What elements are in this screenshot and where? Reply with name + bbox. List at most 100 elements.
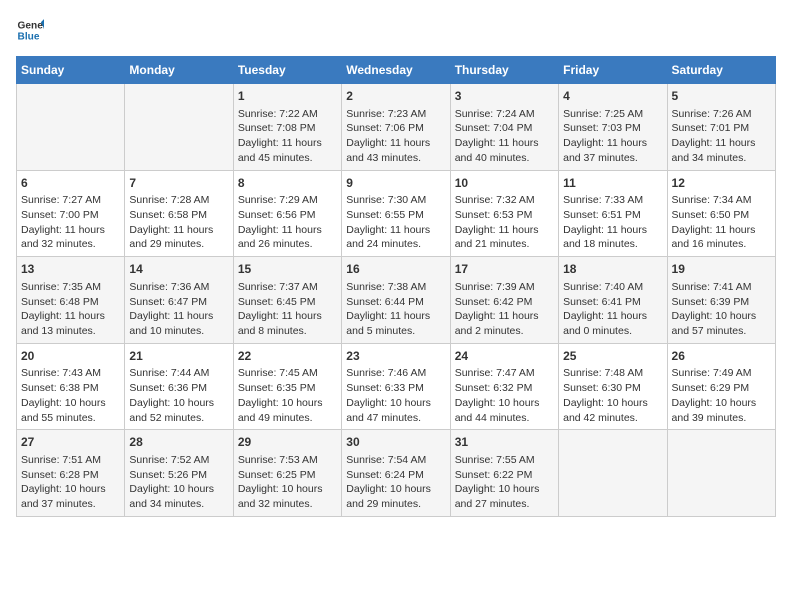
day-info: Sunrise: 7:34 AMSunset: 6:50 PMDaylight:… bbox=[672, 193, 771, 252]
day-info: Sunrise: 7:41 AMSunset: 6:39 PMDaylight:… bbox=[672, 280, 771, 339]
page-header: General Blue bbox=[16, 16, 776, 44]
calendar-cell: 2 Sunrise: 7:23 AMSunset: 7:06 PMDaylight… bbox=[342, 84, 450, 171]
calendar-cell: 8Sunrise: 7:29 AMSunset: 6:56 PMDaylight… bbox=[233, 170, 341, 257]
calendar-cell: 6Sunrise: 7:27 AMSunset: 7:00 PMDaylight… bbox=[17, 170, 125, 257]
day-info: Sunrise: 7:22 AMSunset: 7:08 PMDaylight:… bbox=[238, 107, 337, 166]
calendar-cell: 14 Sunrise: 7:36 AMSunset: 6:47 PMDayligh… bbox=[125, 257, 233, 344]
calendar-cell: 31 Sunrise: 7:55 AMSunset: 6:22 PMDayligh… bbox=[450, 430, 558, 517]
calendar-cell: 4 Sunrise: 7:25 AMSunset: 7:03 PMDaylight… bbox=[559, 84, 667, 171]
calendar-cell: 22Sunrise: 7:45 AMSunset: 6:35 PMDayligh… bbox=[233, 343, 341, 430]
day-info: Sunrise: 7:23 AMSunset: 7:06 PMDaylight:… bbox=[346, 107, 445, 166]
day-number: 19 bbox=[672, 261, 771, 278]
day-number: 30 bbox=[346, 434, 445, 451]
day-info: Sunrise: 7:45 AMSunset: 6:35 PMDaylight:… bbox=[238, 366, 337, 425]
calendar-table: SundayMondayTuesdayWednesdayThursdayFrid… bbox=[16, 56, 776, 517]
calendar-cell: 1 Sunrise: 7:22 AMSunset: 7:08 PMDaylight… bbox=[233, 84, 341, 171]
calendar-cell: 29 Sunrise: 7:53 AMSunset: 6:25 PMDayligh… bbox=[233, 430, 341, 517]
day-info: Sunrise: 7:43 AMSunset: 6:38 PMDaylight:… bbox=[21, 366, 120, 425]
header-thursday: Thursday bbox=[450, 57, 558, 84]
header-wednesday: Wednesday bbox=[342, 57, 450, 84]
calendar-cell: 30 Sunrise: 7:54 AMSunset: 6:24 PMDayligh… bbox=[342, 430, 450, 517]
day-number: 25 bbox=[563, 348, 662, 365]
day-number: 14 bbox=[129, 261, 228, 278]
day-number: 15 bbox=[238, 261, 337, 278]
day-number: 23 bbox=[346, 348, 445, 365]
day-number: 12 bbox=[672, 175, 771, 192]
calendar-cell: 10Sunrise: 7:32 AMSunset: 6:53 PMDayligh… bbox=[450, 170, 558, 257]
calendar-cell: 25Sunrise: 7:48 AMSunset: 6:30 PMDayligh… bbox=[559, 343, 667, 430]
day-number: 17 bbox=[455, 261, 554, 278]
day-number: 28 bbox=[129, 434, 228, 451]
day-number: 31 bbox=[455, 434, 554, 451]
day-number: 27 bbox=[21, 434, 120, 451]
day-info: Sunrise: 7:39 AMSunset: 6:42 PMDaylight:… bbox=[455, 280, 554, 339]
calendar-cell: 27 Sunrise: 7:51 AMSunset: 6:28 PMDayligh… bbox=[17, 430, 125, 517]
logo-icon: General Blue bbox=[16, 16, 44, 44]
day-info: Sunrise: 7:47 AMSunset: 6:32 PMDaylight:… bbox=[455, 366, 554, 425]
header-friday: Friday bbox=[559, 57, 667, 84]
day-info: Sunrise: 7:37 AMSunset: 6:45 PMDaylight:… bbox=[238, 280, 337, 339]
week-row-5: 27 Sunrise: 7:51 AMSunset: 6:28 PMDayligh… bbox=[17, 430, 776, 517]
day-number: 18 bbox=[563, 261, 662, 278]
day-info: Sunrise: 7:54 AMSunset: 6:24 PMDaylight:… bbox=[346, 453, 445, 512]
day-info: Sunrise: 7:38 AMSunset: 6:44 PMDaylight:… bbox=[346, 280, 445, 339]
header-monday: Monday bbox=[125, 57, 233, 84]
week-row-2: 6Sunrise: 7:27 AMSunset: 7:00 PMDaylight… bbox=[17, 170, 776, 257]
day-number: 4 bbox=[563, 88, 662, 105]
day-info: Sunrise: 7:32 AMSunset: 6:53 PMDaylight:… bbox=[455, 193, 554, 252]
day-info: Sunrise: 7:35 AMSunset: 6:48 PMDaylight:… bbox=[21, 280, 120, 339]
calendar-cell: 13 Sunrise: 7:35 AMSunset: 6:48 PMDayligh… bbox=[17, 257, 125, 344]
week-row-1: 1 Sunrise: 7:22 AMSunset: 7:08 PMDaylight… bbox=[17, 84, 776, 171]
calendar-cell: 28 Sunrise: 7:52 AMSunset: 5:26 PMDayligh… bbox=[125, 430, 233, 517]
day-info: Sunrise: 7:55 AMSunset: 6:22 PMDaylight:… bbox=[455, 453, 554, 512]
day-number: 13 bbox=[21, 261, 120, 278]
day-info: Sunrise: 7:25 AMSunset: 7:03 PMDaylight:… bbox=[563, 107, 662, 166]
day-number: 1 bbox=[238, 88, 337, 105]
calendar-cell: 17 Sunrise: 7:39 AMSunset: 6:42 PMDayligh… bbox=[450, 257, 558, 344]
day-info: Sunrise: 7:44 AMSunset: 6:36 PMDaylight:… bbox=[129, 366, 228, 425]
day-number: 29 bbox=[238, 434, 337, 451]
day-number: 21 bbox=[129, 348, 228, 365]
calendar-cell: 16 Sunrise: 7:38 AMSunset: 6:44 PMDayligh… bbox=[342, 257, 450, 344]
calendar-cell: 3Sunrise: 7:24 AMSunset: 7:04 PMDaylight… bbox=[450, 84, 558, 171]
day-info: Sunrise: 7:36 AMSunset: 6:47 PMDaylight:… bbox=[129, 280, 228, 339]
logo: General Blue bbox=[16, 16, 48, 44]
day-info: Sunrise: 7:33 AMSunset: 6:51 PMDaylight:… bbox=[563, 193, 662, 252]
day-number: 3 bbox=[455, 88, 554, 105]
svg-text:Blue: Blue bbox=[18, 31, 40, 42]
header-tuesday: Tuesday bbox=[233, 57, 341, 84]
calendar-cell: 18Sunrise: 7:40 AMSunset: 6:41 PMDayligh… bbox=[559, 257, 667, 344]
day-info: Sunrise: 7:30 AMSunset: 6:55 PMDaylight:… bbox=[346, 193, 445, 252]
calendar-cell: 20Sunrise: 7:43 AMSunset: 6:38 PMDayligh… bbox=[17, 343, 125, 430]
day-number: 10 bbox=[455, 175, 554, 192]
day-info: Sunrise: 7:51 AMSunset: 6:28 PMDaylight:… bbox=[21, 453, 120, 512]
calendar-cell: 12Sunrise: 7:34 AMSunset: 6:50 PMDayligh… bbox=[667, 170, 775, 257]
calendar-cell: 9Sunrise: 7:30 AMSunset: 6:55 PMDaylight… bbox=[342, 170, 450, 257]
calendar-cell bbox=[559, 430, 667, 517]
calendar-cell: 26Sunrise: 7:49 AMSunset: 6:29 PMDayligh… bbox=[667, 343, 775, 430]
day-info: Sunrise: 7:52 AMSunset: 5:26 PMDaylight:… bbox=[129, 453, 228, 512]
calendar-cell: 5 Sunrise: 7:26 AMSunset: 7:01 PMDaylight… bbox=[667, 84, 775, 171]
day-number: 8 bbox=[238, 175, 337, 192]
day-number: 5 bbox=[672, 88, 771, 105]
day-number: 6 bbox=[21, 175, 120, 192]
day-number: 26 bbox=[672, 348, 771, 365]
calendar-cell: 19 Sunrise: 7:41 AMSunset: 6:39 PMDayligh… bbox=[667, 257, 775, 344]
day-number: 16 bbox=[346, 261, 445, 278]
day-number: 20 bbox=[21, 348, 120, 365]
header-sunday: Sunday bbox=[17, 57, 125, 84]
day-info: Sunrise: 7:29 AMSunset: 6:56 PMDaylight:… bbox=[238, 193, 337, 252]
calendar-cell: 21Sunrise: 7:44 AMSunset: 6:36 PMDayligh… bbox=[125, 343, 233, 430]
day-number: 2 bbox=[346, 88, 445, 105]
svg-text:General: General bbox=[18, 20, 44, 31]
week-row-4: 20Sunrise: 7:43 AMSunset: 6:38 PMDayligh… bbox=[17, 343, 776, 430]
calendar-cell bbox=[125, 84, 233, 171]
day-info: Sunrise: 7:53 AMSunset: 6:25 PMDaylight:… bbox=[238, 453, 337, 512]
calendar-cell: 15 Sunrise: 7:37 AMSunset: 6:45 PMDayligh… bbox=[233, 257, 341, 344]
calendar-cell: 23Sunrise: 7:46 AMSunset: 6:33 PMDayligh… bbox=[342, 343, 450, 430]
week-row-3: 13 Sunrise: 7:35 AMSunset: 6:48 PMDayligh… bbox=[17, 257, 776, 344]
day-info: Sunrise: 7:26 AMSunset: 7:01 PMDaylight:… bbox=[672, 107, 771, 166]
day-info: Sunrise: 7:46 AMSunset: 6:33 PMDaylight:… bbox=[346, 366, 445, 425]
header-saturday: Saturday bbox=[667, 57, 775, 84]
day-info: Sunrise: 7:28 AMSunset: 6:58 PMDaylight:… bbox=[129, 193, 228, 252]
